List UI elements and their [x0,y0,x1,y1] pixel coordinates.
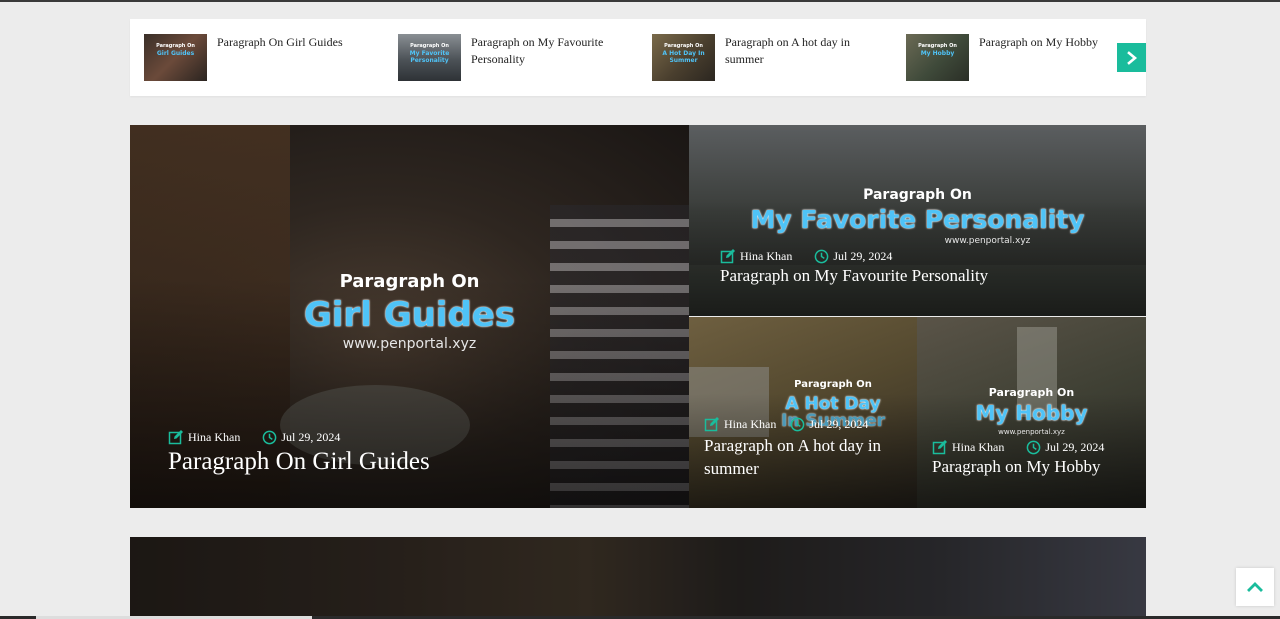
featured-card-top-right[interactable]: Paragraph On My Favorite Personality www… [689,125,1146,316]
overlay-site: www.penportal.xyz [944,236,1031,246]
post-title[interactable]: Paragraph on My Hobby [932,457,1101,477]
edit-icon [932,440,947,455]
ticker-item-title[interactable]: Paragraph on My Hobby [979,34,1119,51]
post-meta: Hina Khan Jul 29, 2024 [168,429,340,445]
ticker-thumbnail[interactable]: Paragraph On A Hot Day In Summer [652,34,715,81]
ticker-thumbnail[interactable]: Paragraph On My Hobby [906,34,969,81]
post-date[interactable]: Jul 29, 2024 [1045,440,1104,455]
ticker-item-hobby[interactable]: Paragraph On My Hobby Paragraph on My Ho… [906,34,1119,81]
featured-card-bottom-left[interactable]: Paragraph On A Hot Day In Summer Hina Kh… [689,317,917,508]
overlay-heading: Paragraph On [863,187,972,203]
featured-posts-grid: Paragraph On Girl Guides www.penportal.x… [130,125,1146,508]
chevron-up-icon [1247,582,1263,592]
clock-icon [1026,440,1041,454]
overlay-site: www.penportal.xyz [342,336,477,352]
top-border [0,0,1280,2]
post-date[interactable]: Jul 29, 2024 [833,249,892,264]
post-author[interactable]: Hina Khan [724,417,776,432]
overlay-subject: My Favorite Personality [750,205,1085,234]
thumb-caption: Paragraph On [410,43,449,49]
ticker-item-favourite-personality[interactable]: Paragraph On My Favorite Personality Par… [398,34,611,81]
post-title[interactable]: Paragraph on A hot day in summer [704,434,904,480]
thumb-caption: My Hobby [920,50,955,57]
ticker-item-hot-day[interactable]: Paragraph On A Hot Day In Summer Paragra… [652,34,865,81]
card-shade [130,537,1146,619]
post-title[interactable]: Paragraph on My Favourite Personality [720,266,988,286]
post-meta: Hina Khan Jul 29, 2024 [932,439,1104,455]
ticker-item-title[interactable]: Paragraph on My Favourite Personality [471,34,611,68]
thumb-caption: A Hot Day In Summer [662,50,705,64]
ticker-thumbnail[interactable]: Paragraph On Girl Guides [144,34,207,81]
ticker-item-title[interactable]: Paragraph on A hot day in summer [725,34,865,68]
post-meta: Hina Khan Jul 29, 2024 [720,248,892,264]
overlay-site: www.penportal.xyz [998,428,1065,436]
overlay-heading: Paragraph On [339,271,480,292]
chevron-right-icon [1126,50,1137,65]
clock-icon [814,249,829,263]
ticker-thumbnail[interactable]: Paragraph On My Favorite Personality [398,34,461,81]
clock-icon [262,430,277,444]
ticker-item-title[interactable]: Paragraph On Girl Guides [217,34,357,51]
post-meta: Hina Khan Jul 29, 2024 [704,416,868,432]
post-author[interactable]: Hina Khan [952,440,1004,455]
edit-icon [704,417,719,432]
edit-icon [720,249,735,264]
thumb-caption: Paragraph On [156,43,195,49]
post-date[interactable]: Jul 29, 2024 [809,417,868,432]
thumb-caption: Paragraph On [664,43,703,49]
thumb-caption: My Favorite Personality [409,50,450,64]
post-author[interactable]: Hina Khan [188,430,240,445]
back-to-top-button[interactable] [1236,568,1274,606]
overlay-subject: My Hobby [975,401,1088,425]
ticker-next-button[interactable] [1117,43,1146,72]
edit-icon [168,430,183,445]
ticker-item-girl-guides[interactable]: Paragraph On Girl Guides Paragraph On Gi… [144,34,357,81]
thumb-caption: Paragraph On [918,43,957,49]
post-title[interactable]: Paragraph On Girl Guides [168,448,430,476]
thumb-caption: Girl Guides [156,50,195,57]
post-author[interactable]: Hina Khan [740,249,792,264]
post-ticker: Paragraph On Girl Guides Paragraph On Gi… [130,19,1146,96]
featured-card-bottom-right[interactable]: Paragraph On My Hobby www.penportal.xyz … [917,317,1146,508]
featured-card-main[interactable]: Paragraph On Girl Guides www.penportal.x… [130,125,689,508]
overlay-subject: Girl Guides [303,295,516,335]
overlay-heading: Paragraph On [794,379,872,390]
post-date[interactable]: Jul 29, 2024 [281,430,340,445]
next-post-image[interactable] [130,537,1146,619]
clock-icon [790,417,805,431]
overlay-heading: Paragraph On [988,386,1075,399]
